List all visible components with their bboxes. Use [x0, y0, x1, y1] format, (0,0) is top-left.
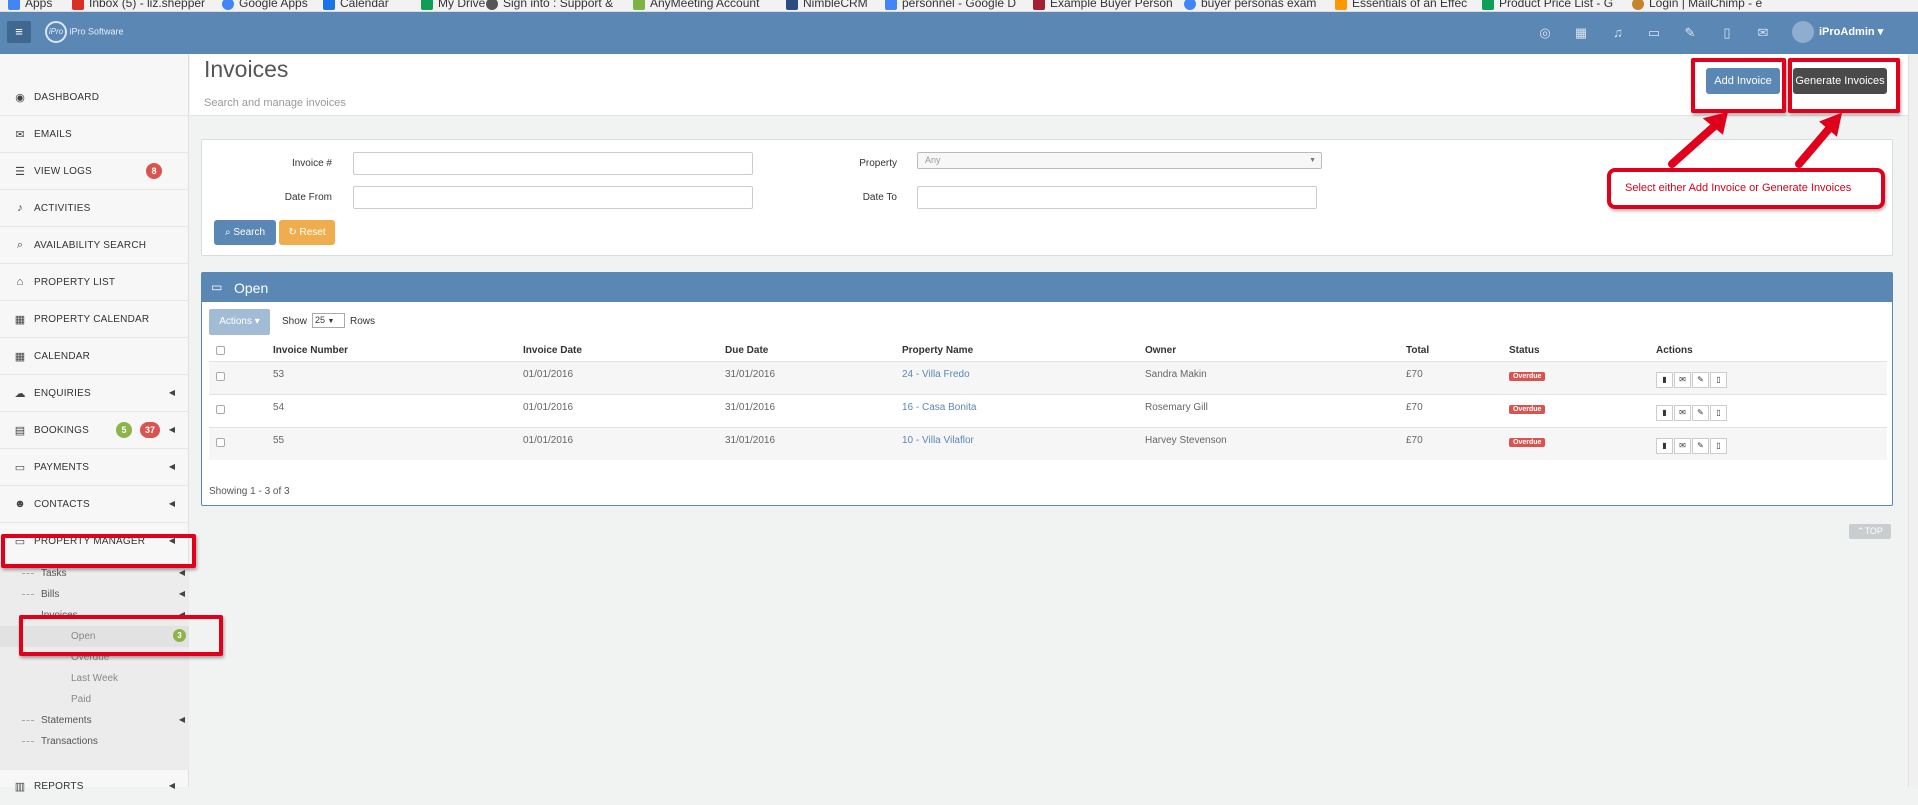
annotation-arrow-add: [1668, 118, 1723, 168]
annotation-arrows: [1668, 111, 1843, 168]
annotation-callout: Select either Add Invoice or Generate In…: [1607, 168, 1885, 209]
annotation-arrow-generate: [1795, 120, 1837, 168]
